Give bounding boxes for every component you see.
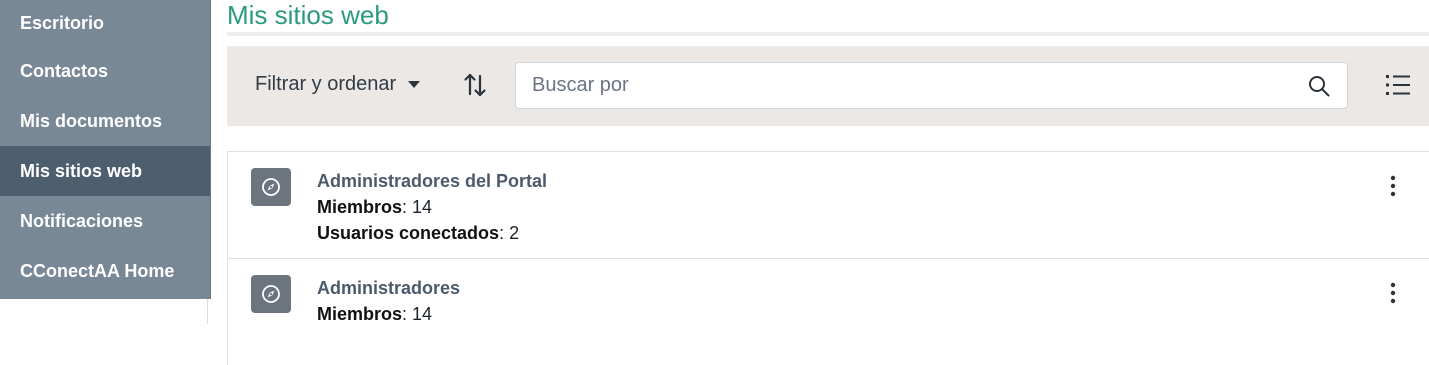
title-divider [227, 32, 1429, 36]
site-details: Administradores Miembros: 14 [317, 275, 460, 327]
search-field [515, 62, 1348, 109]
page-title: Mis sitios web [227, 0, 389, 30]
members-label: Miembros [317, 304, 403, 324]
list-item: Administradores del Portal Miembros: 14 … [227, 151, 1429, 258]
sidebar-item-cconectaa-home[interactable]: CConectAA Home [0, 246, 210, 296]
sidebar-item-label: Notificaciones [20, 210, 144, 231]
search-input[interactable] [516, 63, 1296, 108]
sidebar-item-label: Contactos [20, 60, 109, 81]
filter-and-order-dropdown[interactable]: Filtrar y ordenar [255, 73, 421, 96]
sidebar-item-mis-sitios-web[interactable]: Mis sitios web [0, 146, 210, 196]
members-line: Miembros: 14 [317, 197, 433, 217]
display-style-button[interactable] [1385, 73, 1411, 97]
site-name-link[interactable]: Administradores [317, 275, 460, 301]
management-toolbar: Filtrar y ordenar [227, 46, 1429, 126]
sidebar-item-label: CConectAA Home [20, 260, 175, 281]
compass-icon [262, 285, 280, 303]
actions-menu-button[interactable] [1387, 281, 1399, 305]
caret-down-icon [408, 81, 421, 88]
connected-users-label: Usuarios conectados [317, 223, 500, 243]
site-name-link[interactable]: Administradores del Portal [317, 168, 547, 194]
sidebar-item-label: Escritorio [20, 12, 105, 33]
members-line: Miembros: 14 [317, 304, 433, 324]
sidebar-item-mis-documentos[interactable]: Mis documentos [0, 96, 210, 146]
search-icon[interactable] [1308, 75, 1330, 97]
members-count: 14 [412, 197, 433, 217]
kebab-menu-icon [1390, 175, 1396, 197]
sidebar-item-contactos[interactable]: Contactos [0, 46, 210, 96]
sidebar-item-escritorio[interactable]: Escritorio [0, 0, 210, 46]
list-item: Administradores Miembros: 14 [227, 258, 1429, 365]
members-label: Miembros [317, 197, 403, 217]
compass-icon [262, 178, 280, 196]
sites-list: Administradores del Portal Miembros: 14 … [227, 151, 1429, 365]
sidebar-item-label: Mis sitios web [20, 160, 143, 181]
sort-icon [464, 73, 486, 97]
sidebar-divider [207, 299, 208, 324]
actions-menu-button[interactable] [1387, 174, 1399, 198]
members-count: 14 [412, 304, 433, 324]
site-icon [251, 275, 291, 313]
list-view-icon [1386, 75, 1410, 95]
connected-users-line: Usuarios conectados: 2 [317, 223, 520, 243]
site-icon [251, 168, 291, 206]
kebab-menu-icon [1390, 282, 1396, 304]
filter-and-order-label: Filtrar y ordenar [255, 73, 397, 95]
sidebar-item-label: Mis documentos [20, 110, 163, 131]
sidebar-item-notificaciones[interactable]: Notificaciones [0, 196, 210, 246]
site-details: Administradores del Portal Miembros: 14 … [317, 168, 547, 246]
sort-button[interactable] [463, 72, 487, 98]
connected-users-count: 2 [509, 223, 520, 243]
sidebar: Escritorio Contactos Mis documentos Mis … [0, 0, 211, 299]
